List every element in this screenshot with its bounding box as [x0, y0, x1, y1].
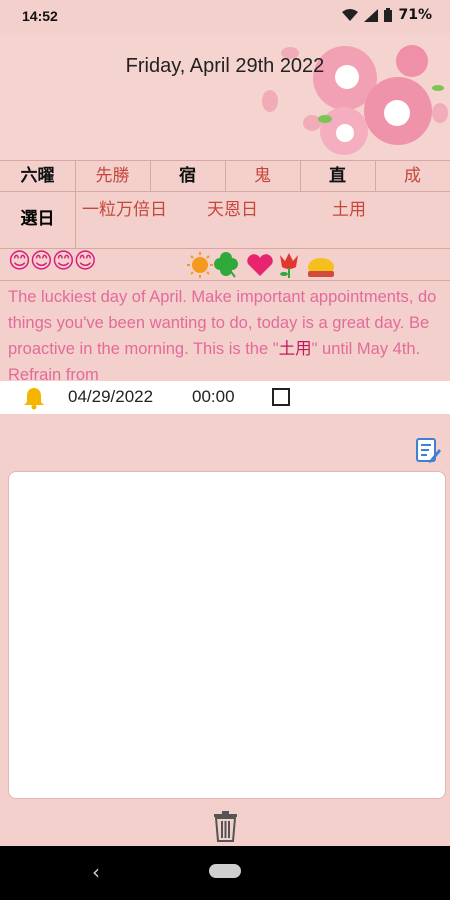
almanac-row-1: 六曜 先勝 宿 鬼 直 成	[0, 160, 450, 192]
back-icon[interactable]: ‹	[92, 860, 100, 884]
cherry-blossom-decoration	[262, 45, 448, 155]
home-pill[interactable]	[209, 864, 241, 878]
bell-icon[interactable]	[22, 386, 46, 410]
system-nav-bar: ‹	[0, 846, 450, 900]
senjitsu-value-3: 土用	[332, 200, 366, 220]
heart-icon	[247, 254, 273, 276]
almanac-row-2: 選日 一粒万倍日 天恩日 土用	[0, 191, 450, 249]
reminder-time[interactable]: 00:00	[192, 387, 235, 407]
shuku-label: 宿	[150, 161, 226, 191]
rokuyo-value: 先勝	[75, 161, 151, 191]
edit-note-icon[interactable]	[414, 436, 442, 464]
smiley-rating: 😊😊😊😊	[8, 249, 97, 274]
reminder-date[interactable]: 04/29/2022	[68, 387, 153, 407]
money-bag-icon	[308, 258, 334, 277]
fortune-text: The luckiest day of April. Make importan…	[8, 284, 438, 380]
date-header: Friday, April 29th 2022	[0, 33, 450, 160]
senjitsu-value-1: 一粒万倍日	[82, 200, 167, 220]
status-bar: 14:52 71%	[0, 0, 450, 33]
notes-textarea[interactable]	[8, 471, 446, 799]
shuku-value: 鬼	[225, 161, 301, 191]
signal-icon	[364, 8, 379, 22]
wifi-icon	[342, 8, 359, 21]
reminder-bar: 04/29/2022 00:00	[0, 381, 450, 414]
senjitsu-label: 選日	[0, 191, 76, 248]
tulip-icon	[280, 253, 298, 278]
status-time: 14:52	[22, 8, 58, 24]
trash-icon[interactable]	[212, 810, 239, 842]
choku-label: 直	[300, 161, 376, 191]
fortune-keyword: 土用	[278, 340, 312, 358]
sun-icon	[187, 252, 213, 278]
choku-value: 成	[404, 166, 421, 186]
senjitsu-value-2: 天恩日	[207, 200, 258, 220]
battery-percent: 71%	[398, 7, 432, 23]
date-title: Friday, April 29th 2022	[125, 55, 325, 77]
clover-icon	[214, 252, 238, 278]
rokuyo-label: 六曜	[0, 161, 76, 191]
fortune-icons-row: 😊😊😊😊	[0, 249, 450, 281]
battery-icon	[384, 8, 393, 22]
reminder-checkbox[interactable]	[272, 388, 290, 406]
